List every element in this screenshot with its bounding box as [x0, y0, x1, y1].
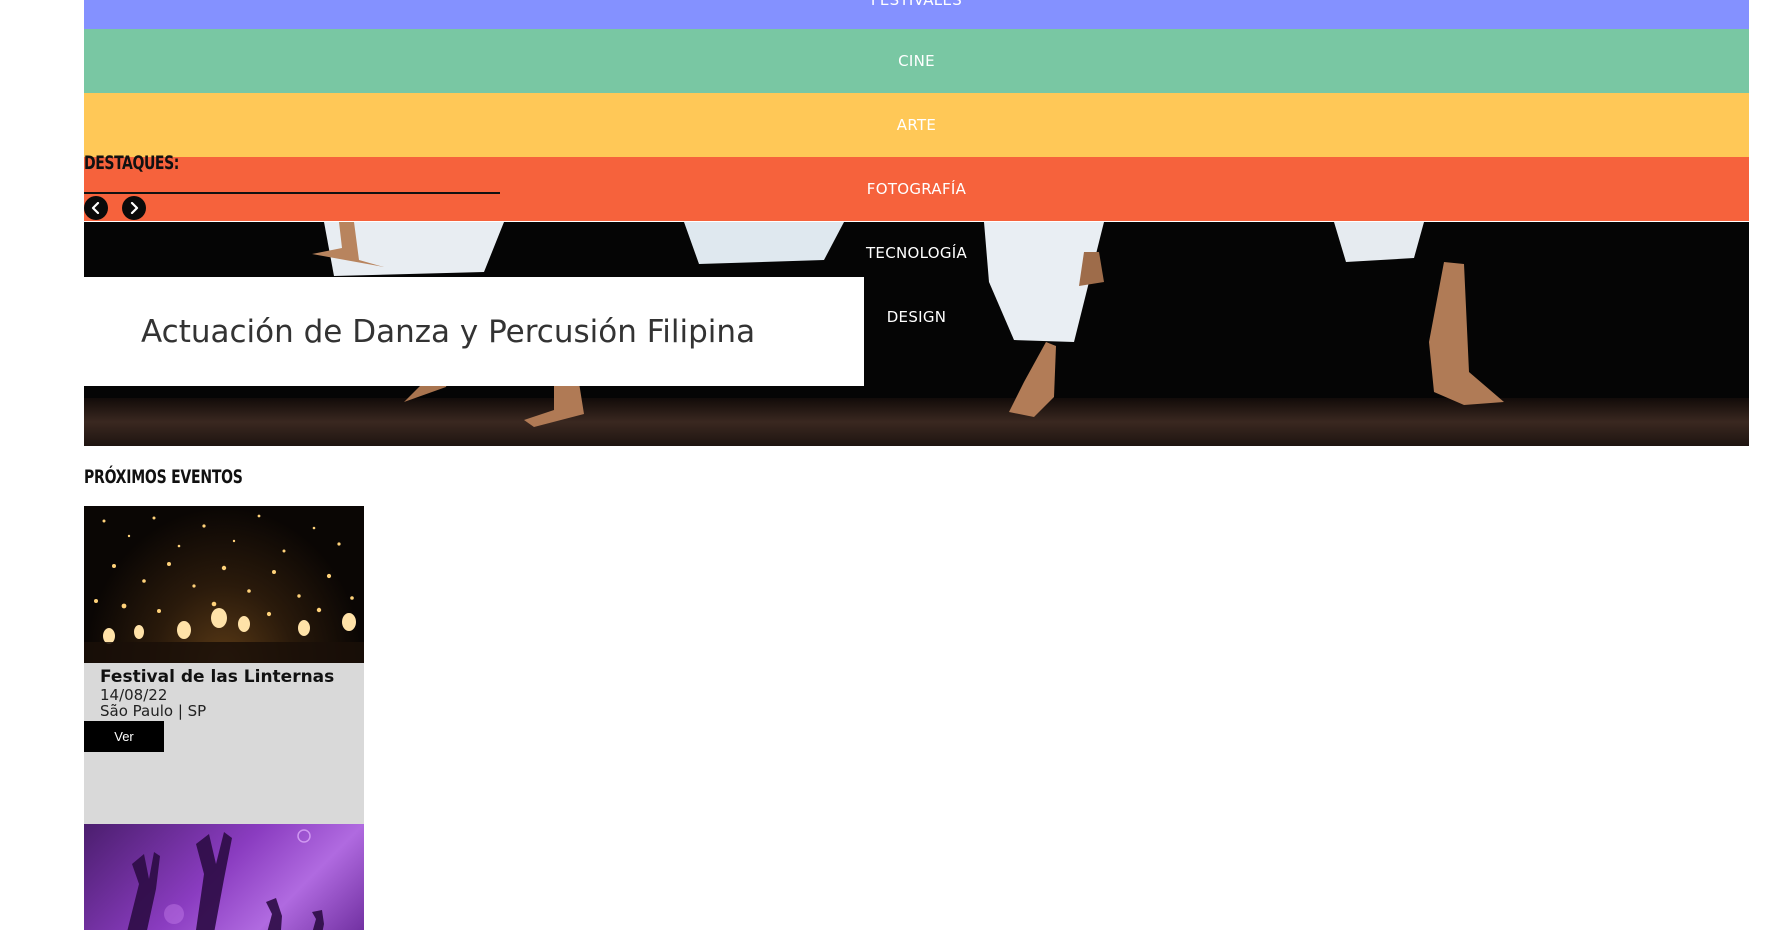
nav-item-label: ARTE	[896, 116, 937, 134]
event-date: 14/08/22	[100, 686, 168, 704]
nav-item-arte[interactable]: ARTE	[84, 93, 1749, 157]
upcoming-events-title: PRÓXIMOS EVENTOS	[84, 466, 243, 488]
event-location: São Paulo | SP	[100, 702, 207, 720]
nav-item-label: CINE	[898, 52, 935, 70]
nav-item-festivales[interactable]: FESTIVALES	[84, 0, 1749, 29]
chevron-left-icon	[91, 202, 100, 214]
nav-item-tecnologia[interactable]: TECNOLOGÍA	[84, 221, 1749, 285]
nav-item-design[interactable]: DESIGN	[84, 285, 1749, 349]
nav-item-label: FESTIVALES	[870, 0, 963, 9]
event-image-concert[interactable]	[84, 824, 364, 930]
carousel-next-button[interactable]	[122, 196, 146, 220]
carousel-prev-button[interactable]	[84, 196, 108, 220]
event-view-button[interactable]: Ver	[84, 721, 164, 752]
event-card: Festival de las Linternas 14/08/22 São P…	[84, 506, 364, 824]
event-image-lanterns[interactable]	[84, 506, 364, 663]
nav-item-label: FOTOGRAFÍA	[866, 180, 967, 198]
concert-photo	[127, 829, 324, 930]
event-card	[84, 824, 364, 930]
nav-item-label: DESIGN	[886, 308, 947, 326]
highlights-title: DESTAQUES:	[84, 152, 179, 174]
nav-item-label: TECNOLOGÍA	[865, 244, 968, 262]
nav-item-fotografia[interactable]: FOTOGRAFÍA	[84, 157, 1749, 221]
lanterns-photo	[84, 514, 364, 663]
nav-menu: FESTIVALES CINE ARTE FOTOGRAFÍA TECNOLOG…	[84, 0, 1749, 349]
highlights-divider	[84, 192, 500, 194]
chevron-right-icon	[130, 202, 139, 214]
nav-item-cine[interactable]: CINE	[84, 29, 1749, 93]
event-name: Festival de las Linternas	[100, 667, 335, 687]
